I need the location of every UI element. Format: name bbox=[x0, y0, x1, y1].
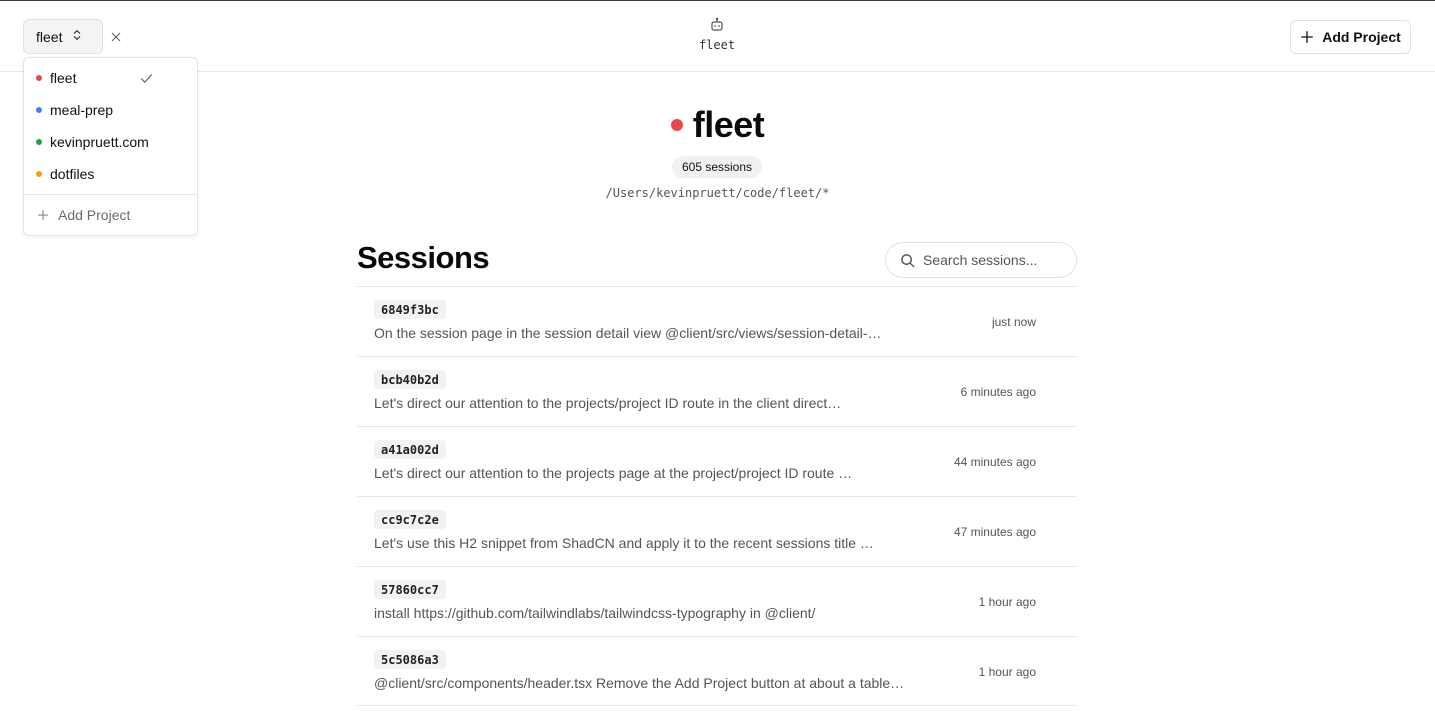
dropdown-item-meal-prep[interactable]: meal-prep bbox=[24, 95, 197, 125]
session-description: Let's use this H2 snippet from ShadCN an… bbox=[374, 535, 874, 551]
dropdown-item-kevinpruett-com[interactable]: kevinpruett.com bbox=[24, 127, 197, 157]
project-selector-label: fleet bbox=[36, 28, 63, 45]
plus-icon bbox=[37, 209, 49, 221]
session-description: @client/src/components/header.tsx Remove… bbox=[374, 675, 905, 691]
dropdown-item-label: fleet bbox=[50, 70, 77, 86]
session-timestamp: 47 minutes ago bbox=[953, 525, 1036, 539]
chevron-up-down-icon bbox=[70, 28, 84, 45]
session-row[interactable]: a41a002d Let's direct our attention to t… bbox=[357, 426, 1077, 496]
dropdown-divider bbox=[24, 194, 197, 195]
add-project-label: Add Project bbox=[1322, 29, 1401, 45]
session-description: On the session page in the session detai… bbox=[374, 325, 882, 341]
session-description: Let's direct our attention to the projec… bbox=[374, 395, 842, 411]
project-name: fleet bbox=[692, 104, 765, 145]
session-row[interactable]: bcb40b2d Let's direct our attention to t… bbox=[357, 356, 1077, 426]
session-id: bcb40b2d bbox=[374, 370, 446, 389]
session-row[interactable]: 57860cc7 install https://github.com/tail… bbox=[357, 566, 1077, 636]
search-icon bbox=[901, 253, 915, 267]
session-row[interactable]: 5c5086a3 @client/src/components/header.t… bbox=[357, 636, 1077, 706]
dropdown-item-label: kevinpruett.com bbox=[50, 134, 149, 150]
close-icon bbox=[111, 32, 121, 42]
check-icon bbox=[141, 74, 152, 83]
app-header: fleet fleet Add Project bbox=[0, 1, 1435, 72]
project-color-dot bbox=[36, 75, 42, 81]
header-project-title: fleet bbox=[667, 17, 767, 52]
session-description: Let's direct our attention to the projec… bbox=[374, 465, 853, 481]
plus-icon bbox=[1301, 31, 1314, 43]
session-row[interactable]: cc9c7c2e Let's use this H2 snippet from … bbox=[357, 496, 1077, 566]
dropdown-add-project[interactable]: Add Project bbox=[24, 200, 197, 230]
session-id: 6849f3bc bbox=[374, 300, 446, 319]
session-id: a41a002d bbox=[374, 440, 446, 459]
session-description: install https://github.com/tailwindlabs/… bbox=[374, 605, 816, 621]
project-path: /Users/kevinpruett/code/fleet/* bbox=[605, 186, 830, 200]
dropdown-item-fleet[interactable]: fleet bbox=[24, 63, 197, 93]
session-search bbox=[885, 242, 1077, 278]
add-project-button[interactable]: Add Project bbox=[1290, 20, 1411, 54]
dropdown-item-label: dotfiles bbox=[50, 166, 95, 182]
session-timestamp: 6 minutes ago bbox=[960, 385, 1036, 399]
bot-icon bbox=[711, 17, 723, 31]
dropdown-item-dotfiles[interactable]: dotfiles bbox=[24, 159, 197, 189]
search-input[interactable] bbox=[923, 252, 1063, 268]
session-row[interactable]: 6849f3bc On the session page in the sess… bbox=[357, 286, 1077, 356]
session-timestamp: 44 minutes ago bbox=[953, 455, 1036, 469]
dropdown-add-project-label: Add Project bbox=[58, 207, 131, 223]
project-color-dot bbox=[36, 107, 42, 113]
session-id: 5c5086a3 bbox=[374, 650, 446, 669]
project-color-dot bbox=[36, 171, 42, 177]
project-selector[interactable]: fleet bbox=[23, 19, 103, 54]
sessions-list: 6849f3bc On the session page in the sess… bbox=[357, 286, 1077, 706]
session-timestamp: 1 hour ago bbox=[978, 595, 1036, 609]
session-timestamp: just now bbox=[991, 315, 1036, 329]
session-id: 57860cc7 bbox=[374, 580, 446, 599]
sessions-heading: Sessions bbox=[357, 240, 490, 275]
session-timestamp: 1 hour ago bbox=[978, 665, 1036, 679]
project-dropdown-menu: fleet meal-prep kevinpruett.com dotfiles… bbox=[23, 57, 198, 236]
project-color-dot bbox=[670, 119, 683, 131]
project-title: fleet bbox=[600, 100, 835, 150]
session-id: cc9c7c2e bbox=[374, 510, 446, 529]
dropdown-item-label: meal-prep bbox=[50, 102, 114, 118]
project-color-dot bbox=[36, 139, 42, 145]
clear-selection-button[interactable] bbox=[108, 29, 124, 45]
session-count-badge: 605 sessions bbox=[672, 156, 762, 178]
header-project-name: fleet bbox=[698, 38, 736, 52]
